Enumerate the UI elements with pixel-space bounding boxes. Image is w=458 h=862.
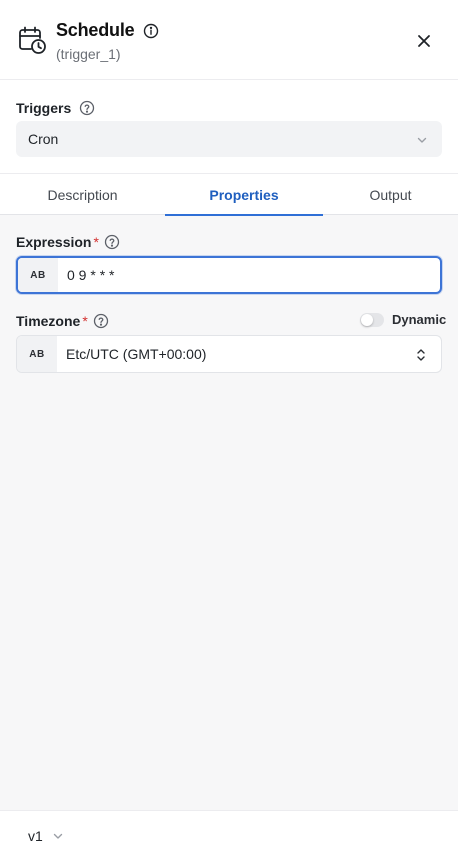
dynamic-toggle[interactable]: Dynamic bbox=[360, 312, 446, 327]
version-value: v1 bbox=[28, 828, 43, 844]
string-type-badge: AB bbox=[17, 336, 57, 372]
chevron-down-icon bbox=[53, 833, 62, 839]
close-icon[interactable] bbox=[414, 31, 434, 51]
expression-input[interactable]: AB 0 9 * * * bbox=[16, 256, 442, 294]
schedule-panel: Schedule (trigger_1) Triggers Cron Descr… bbox=[0, 0, 458, 862]
expression-value: 0 9 * * * bbox=[67, 267, 115, 283]
title-row: Schedule bbox=[56, 20, 159, 41]
help-circle-icon[interactable] bbox=[93, 313, 109, 329]
triggers-label-row: Triggers bbox=[16, 100, 95, 116]
triggers-section: Triggers Cron bbox=[0, 80, 458, 174]
expression-label-row: Expression * bbox=[16, 234, 120, 250]
tab-properties[interactable]: Properties bbox=[165, 174, 323, 216]
panel-subtitle: (trigger_1) bbox=[56, 46, 121, 62]
expression-label: Expression bbox=[16, 234, 92, 250]
triggers-select-value: Cron bbox=[28, 131, 59, 147]
string-type-badge: AB bbox=[18, 258, 58, 292]
help-circle-icon[interactable] bbox=[79, 100, 95, 116]
chevron-down-icon bbox=[417, 137, 427, 143]
dynamic-label: Dynamic bbox=[392, 312, 447, 327]
timezone-select[interactable]: AB Etc/UTC (GMT+00:00) bbox=[16, 335, 442, 373]
help-circle-icon[interactable] bbox=[104, 234, 120, 250]
required-mark: * bbox=[93, 234, 99, 250]
tab-bar: Description Properties Output bbox=[0, 174, 458, 216]
required-mark: * bbox=[82, 313, 88, 329]
calendar-clock-icon bbox=[19, 26, 46, 54]
panel-header: Schedule (trigger_1) bbox=[0, 0, 458, 80]
timezone-label: Timezone bbox=[16, 313, 81, 329]
tab-output[interactable]: Output bbox=[323, 174, 458, 215]
tab-description[interactable]: Description bbox=[0, 174, 165, 215]
panel-title: Schedule bbox=[56, 20, 135, 40]
triggers-select[interactable]: Cron bbox=[16, 121, 442, 157]
info-icon[interactable] bbox=[143, 23, 159, 39]
timezone-value: Etc/UTC (GMT+00:00) bbox=[66, 346, 207, 362]
panel-footer: v1 bbox=[0, 810, 458, 862]
triggers-label: Triggers bbox=[16, 100, 72, 116]
timezone-label-row: Timezone * bbox=[16, 313, 109, 329]
chevron-up-down-icon bbox=[417, 349, 425, 361]
dynamic-switch[interactable] bbox=[360, 312, 384, 327]
version-select[interactable]: v1 bbox=[28, 828, 64, 844]
